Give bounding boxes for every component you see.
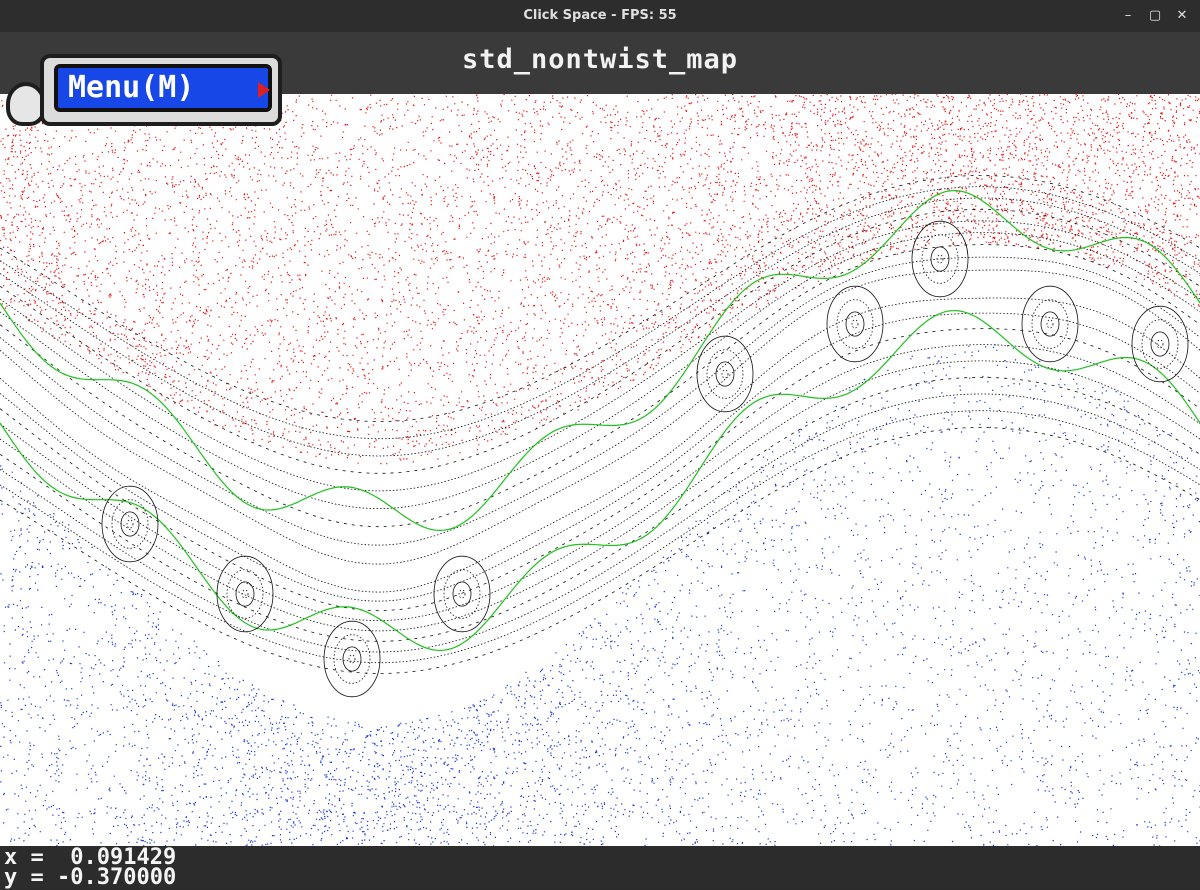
maximize-button[interactable]: ▢ (1147, 8, 1163, 24)
menu-arrow-icon (258, 82, 270, 98)
close-button[interactable]: ✕ (1174, 8, 1190, 24)
y-readout: y = -0.370000 (4, 865, 177, 890)
menu-button[interactable]: Menu(M) (54, 64, 272, 112)
y-label: y (4, 865, 18, 890)
window-title: Click Space - FPS: 55 (523, 8, 677, 23)
phase-space-plot[interactable] (0, 94, 1200, 846)
menu-widget: Menu(M) (6, 52, 282, 132)
phase-space-canvas[interactable] (0, 94, 1200, 846)
coordinate-readout: x = 0.091429 y = -0.370000 (0, 846, 1200, 889)
island-chains (101, 220, 1189, 698)
y-equals: = (30, 865, 44, 890)
y-value: -0.370000 (57, 865, 177, 890)
minimize-button[interactable]: – (1120, 8, 1136, 24)
window-titlebar: Click Space - FPS: 55 – ▢ ✕ (0, 0, 1200, 32)
